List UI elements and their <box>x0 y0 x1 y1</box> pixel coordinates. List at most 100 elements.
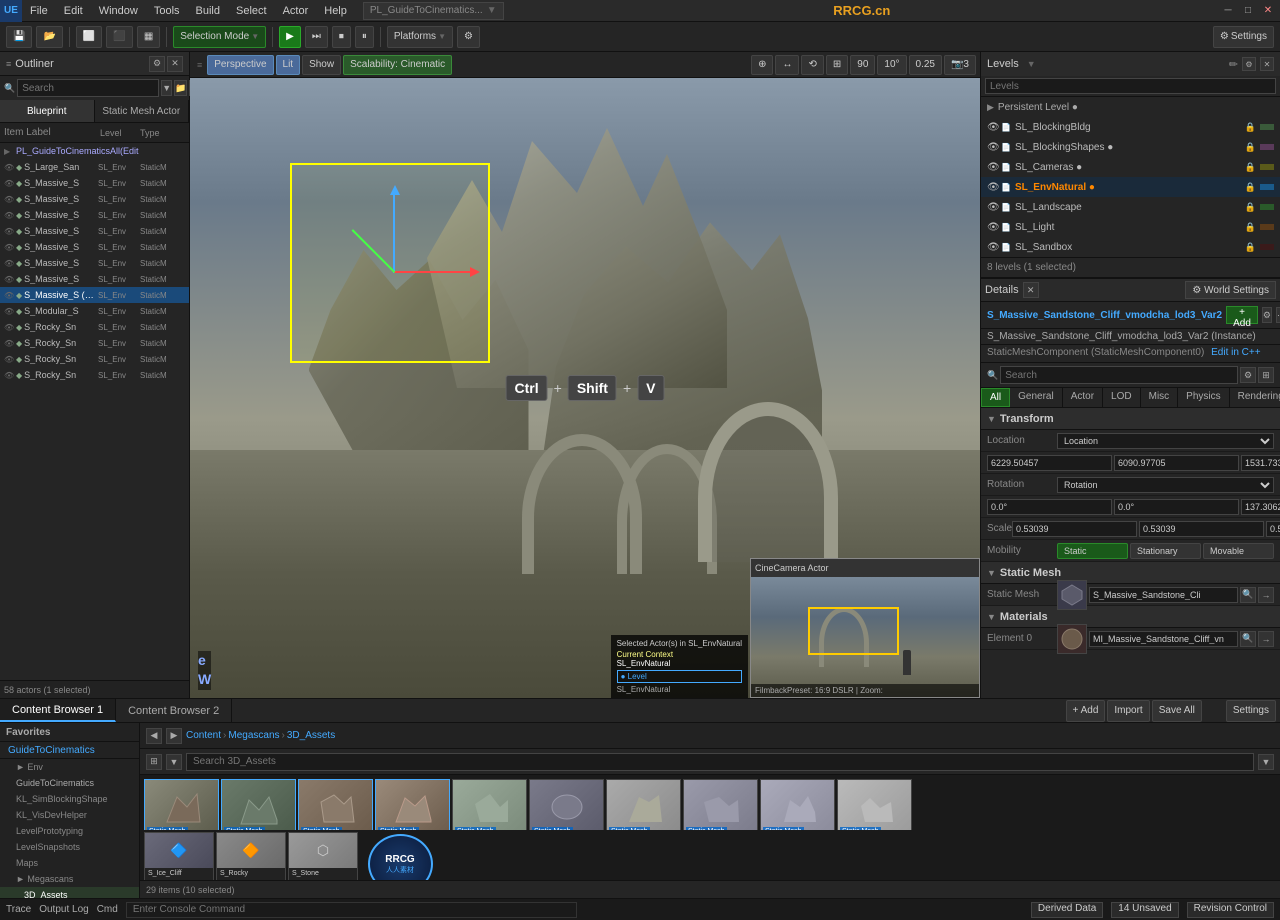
guide-to-cinematics[interactable]: GuideToCinematics <box>0 742 139 759</box>
console-input[interactable] <box>126 902 578 918</box>
trace-button[interactable]: Trace <box>6 904 31 915</box>
content-settings-button[interactable]: Settings <box>1226 700 1276 722</box>
view-options-button[interactable]: ⊞ <box>146 754 162 770</box>
search-filter-button[interactable]: ▼ <box>1258 754 1274 770</box>
asset-thumb-7[interactable]: S_Ice_Cliff_vcko9a_high... Static Mesh <box>683 779 758 830</box>
derived-data-button[interactable]: Derived Data <box>1031 902 1103 918</box>
menu-build[interactable]: Build <box>188 0 228 21</box>
vp-icon-1[interactable]: ⊕ <box>751 55 773 75</box>
content-browser-1-tab[interactable]: Content Browser 1 <box>0 699 116 722</box>
cat-tab-general[interactable]: General <box>1010 388 1063 407</box>
output-log-button[interactable]: Output Log <box>39 904 88 915</box>
platforms-button[interactable]: Platforms▼ <box>387 26 453 48</box>
rotation-dropdown[interactable]: Rotation <box>1057 477 1274 493</box>
selection-mode-button[interactable]: Selection Mode▼ <box>173 26 266 48</box>
outliner-item-11[interactable]: 👁 ◆ S_Rocky_Sn SL_Env StaticM <box>0 319 189 335</box>
details-search-filter[interactable]: ⊞ <box>1258 367 1274 383</box>
asset-thumb-1[interactable]: S_Huge_Nordic_Coastal_Cliff... Static Me… <box>221 779 296 830</box>
levels-dropdown[interactable]: ▼ <box>1027 59 1036 69</box>
location-dropdown[interactable]: Location <box>1057 433 1274 449</box>
close-button[interactable]: ✕ <box>1260 3 1276 19</box>
outliner-item-6[interactable]: 👁 ◆ S_Massive_S SL_Env StaticM <box>0 239 189 255</box>
tab-static-mesh[interactable]: Static Mesh Actor <box>95 100 190 122</box>
outliner-item-root[interactable]: ▶ PL_GuideToCinematicsAll(Edit <box>0 143 189 159</box>
level-item-4[interactable]: 👁 📄 SL_Landscape 🔒 <box>981 197 1280 217</box>
breadcrumb-megascans[interactable]: Megascans <box>228 730 279 741</box>
sim-item[interactable]: KL_SimBlockingShape <box>0 791 139 807</box>
lit-button[interactable]: Lit <box>276 55 301 75</box>
add-component-button[interactable]: + Add <box>1226 306 1258 324</box>
world-settings-button[interactable]: ⚙ World Settings <box>1185 281 1276 299</box>
revision-control-button[interactable]: Revision Control <box>1187 902 1274 918</box>
maximize-button[interactable]: □ <box>1240 3 1256 19</box>
rotation-z-input[interactable] <box>1241 499 1280 515</box>
minimize-button[interactable]: ─ <box>1220 3 1236 19</box>
project-name[interactable]: PL_GuideToCinematics...▼ <box>363 2 504 20</box>
cat-tab-actor[interactable]: Actor <box>1063 388 1103 407</box>
asset-thumb-0[interactable]: S_Gigantic_Sandstone_... Static Mesh <box>144 779 219 830</box>
breadcrumb-3dassets[interactable]: 3D_Assets <box>287 730 335 741</box>
levels-close-button[interactable]: ✕ <box>1260 57 1274 71</box>
open-button[interactable]: 📂 <box>36 26 62 48</box>
cat-tab-all[interactable]: All <box>981 388 1010 407</box>
outliner-add-folder-button[interactable]: 📁 <box>174 80 187 96</box>
menu-help[interactable]: Help <box>316 0 355 21</box>
asset-thumb-6[interactable]: S_Ice_Cliff_... Static Mesh <box>606 779 681 830</box>
details-close-button[interactable]: ✕ <box>1023 282 1039 298</box>
camera-preview[interactable]: CineCamera Actor FilmbackPreset: 16:9 DS… <box>750 558 980 698</box>
asset-thumb-r2-1[interactable]: 🔶S_Rocky <box>216 832 286 881</box>
edit-in-cpp-link[interactable]: Edit in C++ <box>1211 347 1260 358</box>
forward-button[interactable]: ▶ <box>166 728 182 744</box>
mobility-movable-button[interactable]: Movable <box>1203 543 1274 559</box>
outliner-item-9-selected[interactable]: 👁 ◆ S_Massive_S (selected) SL_Env Static… <box>0 287 189 303</box>
asset-thumb-3[interactable]: S_Huge_Sandstone_... Static Mesh <box>375 779 450 830</box>
mobility-static-button[interactable]: Static <box>1057 543 1128 559</box>
perspective-button[interactable]: Perspective <box>207 55 273 75</box>
levels-edit-button[interactable]: ✏ <box>1229 58 1238 71</box>
menu-edit[interactable]: Edit <box>56 0 91 21</box>
cat-tab-physics[interactable]: Physics <box>1178 388 1229 407</box>
details-search-options[interactable]: ⚙ <box>1240 367 1256 383</box>
asset-thumb-8[interactable]: S_Ice_Cliff_vdedtrics_high... Static Mes… <box>760 779 835 830</box>
vp-cam[interactable]: 📷3 <box>944 55 976 75</box>
level-item-0[interactable]: 👁 📄 SL_BlockingBldg 🔒 <box>981 117 1280 137</box>
material-name-input[interactable] <box>1089 631 1238 647</box>
env-item[interactable]: ► Env <box>0 759 139 775</box>
outliner-item-10[interactable]: 👁 ◆ S_Modular_S SL_Env StaticM <box>0 303 189 319</box>
viewport-menu-icon[interactable]: ≡ <box>194 60 205 70</box>
proto-item[interactable]: LevelPrototyping <box>0 823 139 839</box>
level-item-1[interactable]: 👁 📄 SL_BlockingShapes ● 🔒 <box>981 137 1280 157</box>
add-content-button[interactable]: + Add <box>1066 700 1106 722</box>
outliner-item-2[interactable]: 👁 ◆ S_Massive_S SL_Env StaticM <box>0 175 189 191</box>
material-browse-button[interactable]: 🔍 <box>1240 631 1256 647</box>
vp-icon-2[interactable]: ↔ <box>775 55 799 75</box>
location-z-input[interactable] <box>1241 455 1280 471</box>
menu-window[interactable]: Window <box>91 0 146 21</box>
snapshots-item[interactable]: LevelSnapshots <box>0 839 139 855</box>
outliner-item-3[interactable]: 👁 ◆ S_Massive_S SL_Env StaticM <box>0 191 189 207</box>
outliner-item-8[interactable]: 👁 ◆ S_Massive_S SL_Env StaticM <box>0 271 189 287</box>
outliner-item-12[interactable]: 👁 ◆ S_Rocky_Sn SL_Env StaticM <box>0 335 189 351</box>
outliner-item-1[interactable]: 👁 ◆ S_Large_San SL_Env StaticM <box>0 159 189 175</box>
vp-icon-4[interactable]: ⊞ <box>826 55 848 75</box>
level-context-btn[interactable]: ● Level <box>617 670 742 683</box>
unsaved-button[interactable]: 14 Unsaved <box>1111 902 1178 918</box>
save-button[interactable]: 💾 <box>6 26 32 48</box>
mesh-browse-button[interactable]: 🔍 <box>1240 587 1256 603</box>
tab-blueprint[interactable]: Blueprint <box>0 100 95 122</box>
content-browser-2-tab[interactable]: Content Browser 2 <box>116 699 232 722</box>
asset-search-input[interactable] <box>186 753 1254 771</box>
asset-thumb-r2-0[interactable]: 🔷S_Ice_Cliff <box>144 832 214 881</box>
import-content-button[interactable]: Import <box>1107 700 1149 722</box>
level-item-5[interactable]: 👁 📄 SL_Light 🔒 <box>981 217 1280 237</box>
level-item-6[interactable]: 👁 📄 SL_Sandbox 🔒 <box>981 237 1280 257</box>
asset-thumb-5[interactable]: uNpoosfa_... Static Mesh <box>529 779 604 830</box>
outliner-filter-button[interactable]: ▼ <box>161 80 172 96</box>
cinematics-item[interactable]: GuideToCinematics <box>0 775 139 791</box>
save-all-content-button[interactable]: Save All <box>1152 700 1202 722</box>
levels-search-input[interactable] <box>985 78 1276 94</box>
pause-button[interactable]: ⏸ <box>355 26 374 48</box>
stop-button[interactable]: ⏹ <box>332 26 351 48</box>
megascans-item[interactable]: ► Megascans <box>0 871 139 887</box>
scale-y-input[interactable] <box>1139 521 1264 537</box>
